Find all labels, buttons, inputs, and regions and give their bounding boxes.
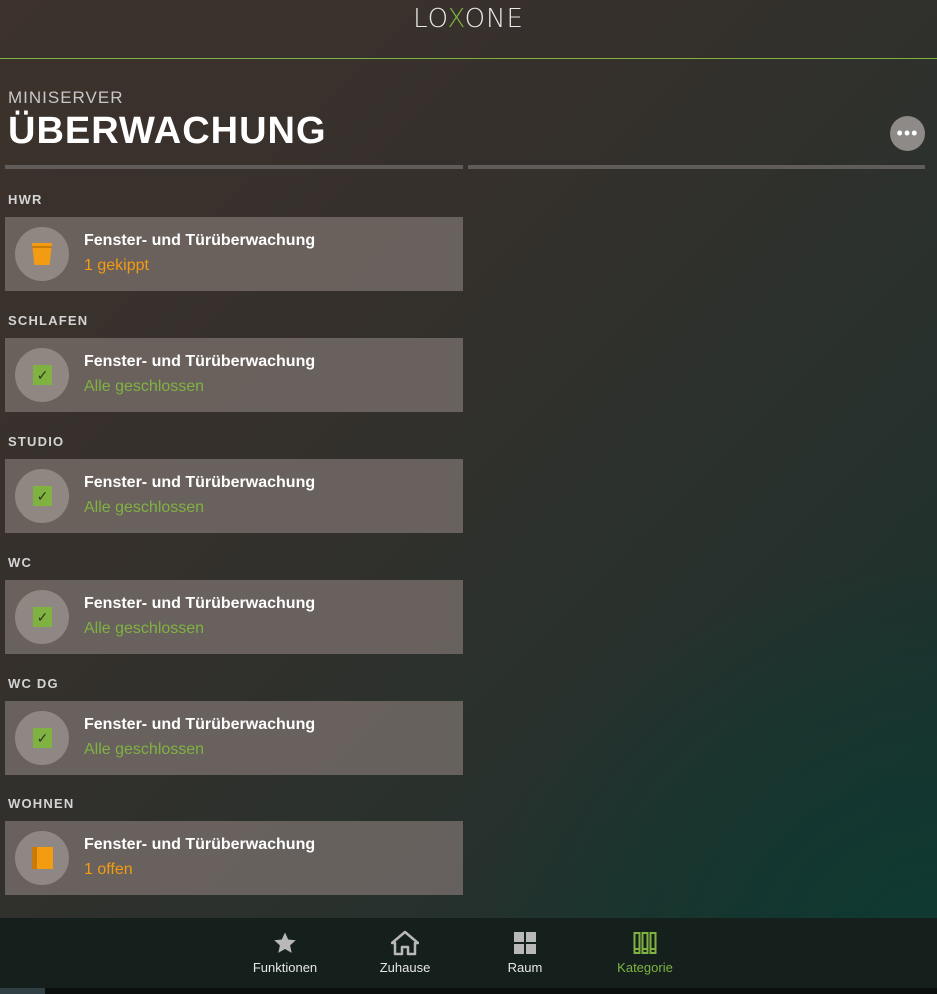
home-icon: [355, 930, 455, 956]
loxone-logo: LOXONE: [413, 4, 524, 34]
room-label-wc: WC: [8, 555, 33, 570]
control-icon-circle: ✓: [15, 711, 69, 765]
page-header: MINISERVER ÜBERWACHUNG: [8, 88, 327, 153]
control-card-wohnen[interactable]: Fenster- und Türüberwachung 1 offen: [5, 821, 463, 895]
window-open-icon: [32, 847, 54, 869]
control-card-wc[interactable]: ✓ Fenster- und Türüberwachung Alle gesch…: [5, 580, 463, 654]
control-status: Alle geschlossen: [84, 741, 205, 758]
column-divider-right: [468, 165, 925, 169]
room-label-wohnen: WOHNEN: [8, 796, 75, 811]
column-divider-left: [5, 165, 463, 169]
top-bar: LOXONE: [0, 0, 937, 59]
nav-item-zuhause[interactable]: Zuhause: [355, 930, 455, 975]
control-card-studio[interactable]: ✓ Fenster- und Türüberwachung Alle gesch…: [5, 459, 463, 533]
nav-item-funktionen[interactable]: Funktionen: [235, 930, 335, 975]
category-icon: [595, 930, 695, 956]
control-icon-circle: ✓: [15, 348, 69, 402]
nav-label: Zuhause: [379, 960, 431, 975]
bottom-navigation: Funktionen Zuhause Raum Kategorie: [0, 918, 937, 988]
control-status: Alle geschlossen: [84, 620, 205, 637]
control-name: Fenster- und Türüberwachung: [84, 353, 316, 370]
room-label-wc-dg: WC DG: [8, 676, 59, 691]
window-closed-check-icon: ✓: [33, 728, 52, 748]
nav-item-raum[interactable]: Raum: [475, 930, 575, 975]
nav-label: Kategorie: [617, 960, 673, 975]
control-name: Fenster- und Türüberwachung: [84, 474, 316, 491]
window-closed-check-icon: ✓: [33, 486, 52, 506]
bottom-strip: [0, 988, 937, 994]
control-name: Fenster- und Türüberwachung: [84, 232, 316, 249]
room-label-studio: STUDIO: [8, 434, 65, 449]
page-subtitle: MINISERVER: [8, 88, 124, 107]
control-icon-circle: ✓: [15, 469, 69, 523]
room-label-hwr: HWR: [8, 192, 43, 207]
nav-label: Funktionen: [252, 960, 318, 975]
star-icon: [235, 930, 335, 956]
control-status: 1 gekippt: [84, 257, 149, 274]
control-name: Fenster- und Türüberwachung: [84, 595, 316, 612]
control-name: Fenster- und Türüberwachung: [84, 836, 316, 853]
control-card-wc-dg[interactable]: ✓ Fenster- und Türüberwachung Alle gesch…: [5, 701, 463, 775]
control-status: Alle geschlossen: [84, 499, 205, 516]
control-card-hwr[interactable]: Fenster- und Türüberwachung 1 gekippt: [5, 217, 463, 291]
control-name: Fenster- und Türüberwachung: [84, 716, 316, 733]
nav-label: Raum: [507, 960, 543, 975]
page-title: ÜBERWACHUNG: [8, 110, 327, 152]
control-icon-circle: [15, 227, 69, 281]
room-label-schlafen: SCHLAFEN: [8, 313, 89, 328]
control-status: 1 offen: [84, 861, 133, 878]
grid-icon: [475, 930, 575, 956]
more-options-button[interactable]: •••: [890, 116, 925, 151]
control-icon-circle: ✓: [15, 590, 69, 644]
control-status: Alle geschlossen: [84, 378, 205, 395]
ellipsis-icon: •••: [896, 123, 919, 143]
window-closed-check-icon: ✓: [33, 365, 52, 385]
window-tilted-icon: [32, 243, 52, 265]
window-closed-check-icon: ✓: [33, 607, 52, 627]
control-icon-circle: [15, 831, 69, 885]
nav-item-kategorie[interactable]: Kategorie: [595, 930, 695, 975]
control-card-schlafen[interactable]: ✓ Fenster- und Türüberwachung Alle gesch…: [5, 338, 463, 412]
